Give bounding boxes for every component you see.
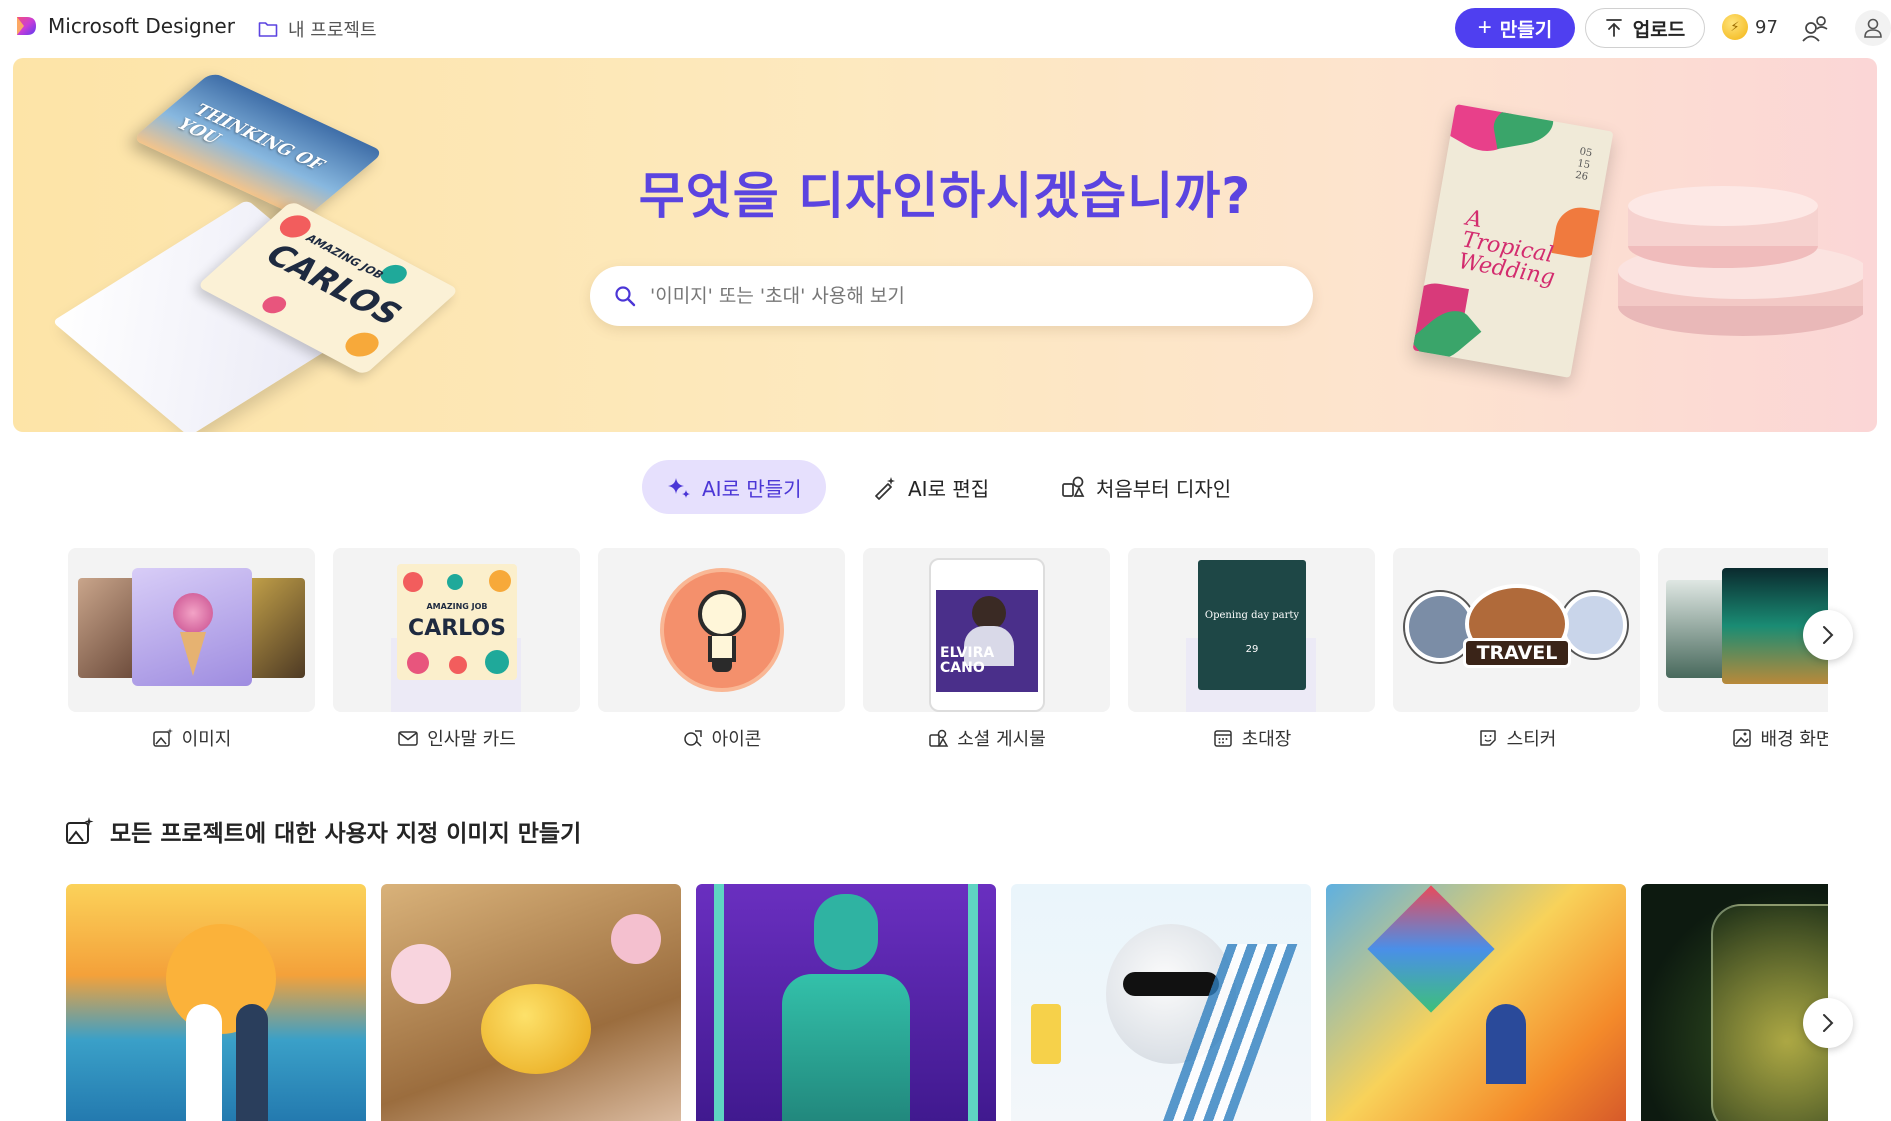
my-projects-link[interactable]: 내 프로젝트 — [258, 16, 377, 42]
category-carousel: 이미지 AMAZING JOB CARLOS 인사말 카드 아이콘 ELVIRA… — [68, 548, 1828, 758]
category-label: 인사말 카드 — [333, 723, 580, 753]
upload-icon — [1605, 19, 1622, 37]
share-people-icon[interactable] — [1800, 14, 1830, 44]
image-sparkle-icon — [66, 817, 94, 844]
category-thumbnail: TRAVEL — [1393, 548, 1640, 712]
category-invitation[interactable]: Opening day party 29 초대장 — [1128, 548, 1375, 758]
gallery-image-wedding-beach[interactable] — [66, 884, 366, 1121]
category-sticker[interactable]: TRAVEL 스티커 — [1393, 548, 1640, 758]
category-thumbnail: AMAZING JOB CARLOS — [333, 548, 580, 712]
upload-button[interactable]: 업로드 — [1585, 8, 1705, 48]
boost-coin-icon: ⚡ — [1722, 14, 1748, 40]
gallery-image-firefly-jar[interactable] — [1641, 884, 1828, 1121]
category-thumbnail: ELVIRA CANO — [863, 548, 1110, 712]
upload-button-label: 업로드 — [1632, 19, 1686, 41]
gallery-image-canary[interactable] — [381, 884, 681, 1121]
credits-count: 97 — [1755, 16, 1778, 38]
gallery-image-yeti[interactable] — [1011, 884, 1311, 1121]
icon-shapes-icon — [683, 730, 702, 747]
tab-label: AI로 편집 — [908, 476, 990, 501]
category-label: 이미지 — [68, 723, 315, 753]
magic-pen-icon — [875, 477, 895, 500]
sticker-icon — [1479, 730, 1496, 746]
user-icon — [1864, 18, 1882, 38]
category-label: 소셜 게시물 — [863, 723, 1110, 753]
tab-label: 처음부터 디자인 — [1096, 476, 1232, 501]
section-title: 모든 프로젝트에 대한 사용자 지정 이미지 만들기 — [64, 814, 581, 848]
category-thumbnail — [68, 548, 315, 712]
tropical-wedding-invite-image: 05 15 26 A Tropical Wedding — [1412, 104, 1614, 378]
podium-image — [1618, 186, 1863, 336]
category-label: 아이콘 — [598, 723, 845, 753]
search-icon — [615, 286, 636, 307]
category-label: 배경 화면 — [1658, 723, 1828, 753]
category-label: 초대장 — [1128, 723, 1375, 753]
tab-create-with-ai[interactable]: AI로 만들기 — [642, 460, 826, 514]
chevron-right-icon — [1823, 1014, 1834, 1032]
shapes-icon — [1062, 476, 1085, 497]
social-post-icon — [929, 729, 949, 747]
tab-label: AI로 만들기 — [702, 476, 802, 501]
gallery-image-kite[interactable] — [1326, 884, 1626, 1121]
category-thumbnail — [598, 548, 845, 712]
plus-icon: + — [1477, 14, 1492, 41]
credits-indicator[interactable]: ⚡ 97 — [1722, 14, 1778, 40]
gallery-next-button[interactable] — [1803, 998, 1853, 1048]
category-greeting-card[interactable]: AMAZING JOB CARLOS 인사말 카드 — [333, 548, 580, 758]
category-image[interactable]: 이미지 — [68, 548, 315, 758]
brand[interactable]: Microsoft Designer — [14, 14, 235, 38]
top-bar: Microsoft Designer 내 프로젝트 + 만들기 업로드 ⚡ 97 — [0, 0, 1891, 58]
category-thumbnail: Opening day party 29 — [1128, 548, 1375, 712]
create-button-label: 만들기 — [1499, 19, 1553, 41]
chevron-right-icon — [1823, 626, 1834, 644]
designer-logo-icon — [17, 17, 36, 35]
sparkle-icon — [668, 478, 690, 498]
hero-banner: THINKING OF YOU AMAZING JOB CARLOS 무엇을 디… — [13, 58, 1877, 432]
folder-icon — [258, 22, 278, 37]
mail-icon — [398, 731, 418, 746]
creation-mode-tabs: AI로 만들기 AI로 편집 처음부터 디자인 — [0, 460, 1891, 514]
image-gallery — [66, 884, 1828, 1121]
search-box[interactable] — [590, 266, 1313, 326]
category-social-post[interactable]: ELVIRA CANO 소셜 게시물 — [863, 548, 1110, 758]
category-icon[interactable]: 아이콘 — [598, 548, 845, 758]
create-button[interactable]: + 만들기 — [1455, 8, 1575, 48]
my-projects-label: 내 프로젝트 — [288, 20, 377, 41]
tab-design-from-scratch[interactable]: 처음부터 디자인 — [1036, 460, 1255, 514]
calendar-icon — [1213, 730, 1232, 747]
tab-edit-with-ai[interactable]: AI로 편집 — [848, 460, 1013, 514]
app-name: Microsoft Designer — [48, 14, 235, 38]
category-next-button[interactable] — [1803, 610, 1853, 660]
avatar[interactable] — [1855, 10, 1891, 46]
search-input[interactable] — [650, 285, 1270, 307]
category-wallpaper[interactable]: 배경 화면 — [1658, 548, 1828, 758]
image-sparkle-icon — [152, 728, 173, 747]
wallpaper-icon — [1732, 729, 1751, 747]
category-label: 스티커 — [1393, 723, 1640, 753]
section-title-label: 모든 프로젝트에 대한 사용자 지정 이미지 만들기 — [110, 821, 582, 847]
gallery-image-gymnast[interactable] — [696, 884, 996, 1121]
